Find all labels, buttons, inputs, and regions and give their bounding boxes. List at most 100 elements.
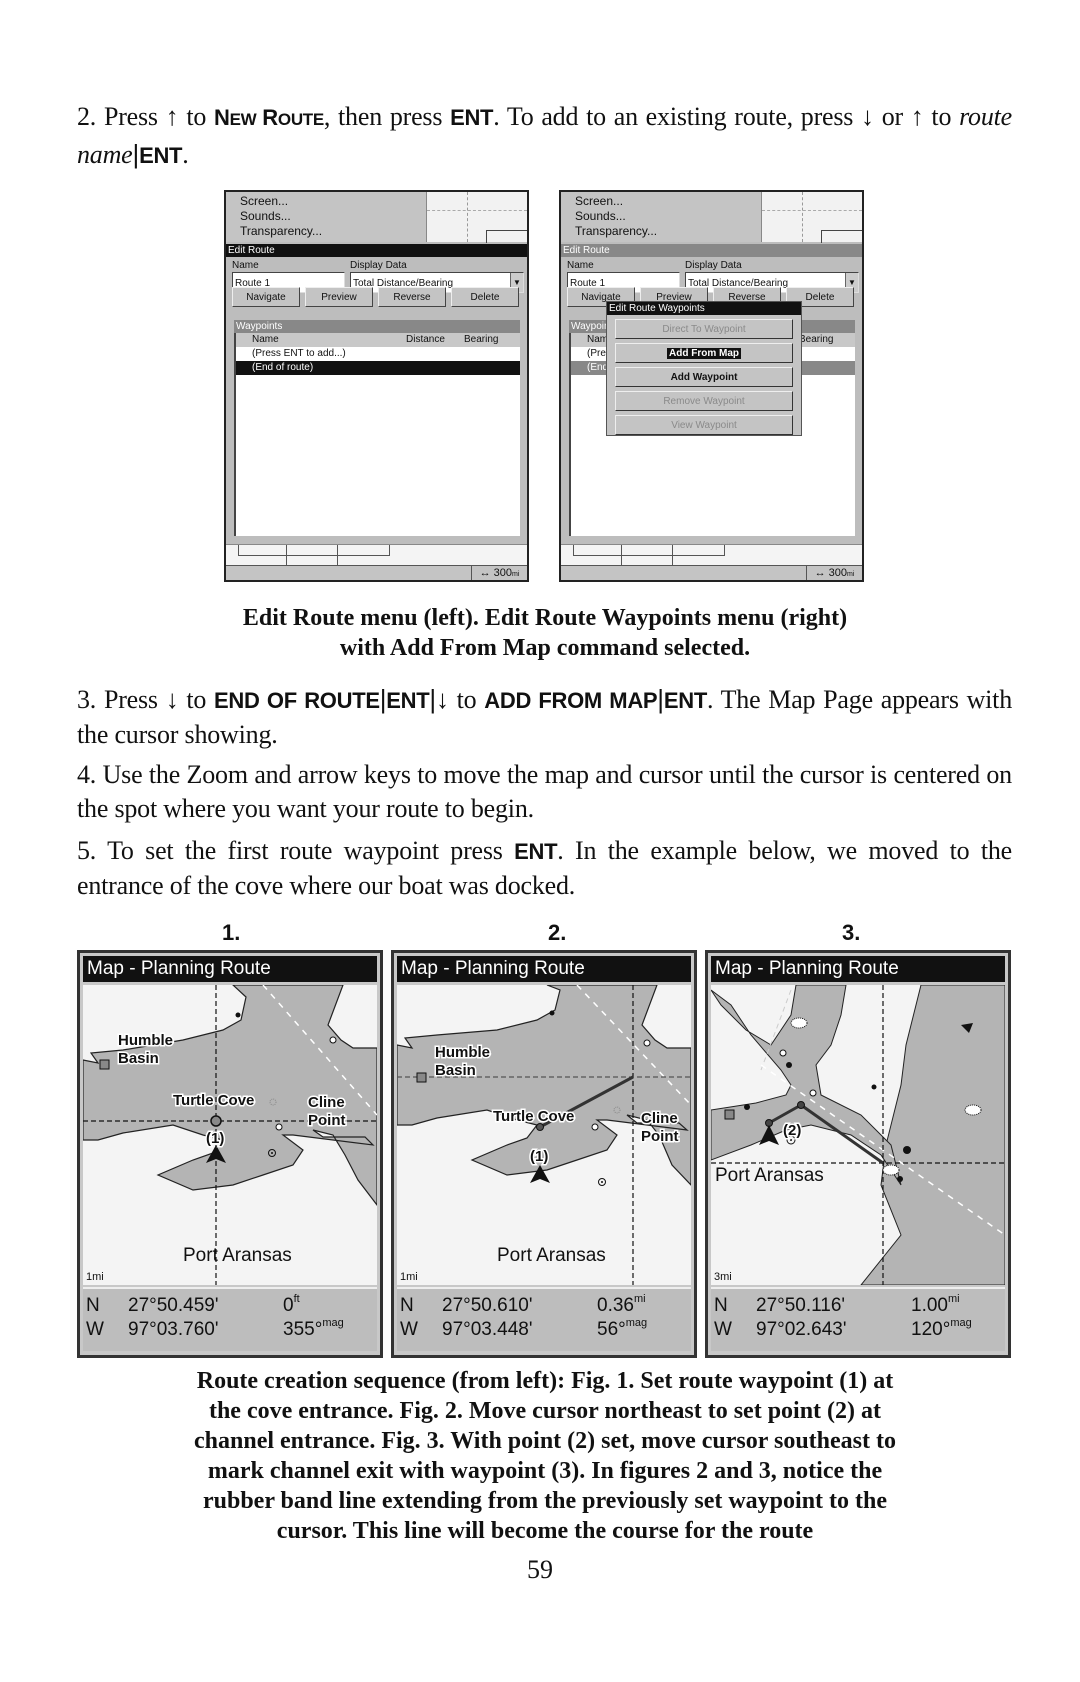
wreck-icon [790, 1017, 808, 1029]
bearing: 56° [597, 1319, 626, 1340]
lat-dir: N [714, 1295, 728, 1316]
text: 5. To set the first route waypoint press [77, 836, 503, 865]
menu-item-screen[interactable]: Screen... [240, 194, 288, 208]
waypoint-label: (1) [530, 1148, 548, 1165]
text: , then press [323, 102, 443, 131]
lon-dir: W [400, 1319, 418, 1340]
building-icon [99, 1059, 110, 1070]
bearing: 120° [911, 1319, 951, 1340]
place-label: Turtle Cove [173, 1092, 254, 1109]
list-item[interactable]: (Press ENT to add...) [236, 347, 520, 361]
popup-title: Edit Route Waypoints [607, 302, 801, 315]
menu-item-transparency[interactable]: Transparency... [575, 224, 657, 238]
text: to [186, 685, 207, 714]
map-panel-1: Map - Planning Route Humble Basin Turtle… [77, 950, 383, 1358]
map-scale: ↔ 300mi [806, 566, 862, 580]
building-icon [724, 1109, 735, 1120]
preview-button[interactable]: Preview [305, 287, 373, 307]
text: N [213, 105, 230, 130]
reverse-button[interactable]: Reverse [378, 287, 446, 307]
key-ent: ENT [663, 688, 707, 713]
figure-caption-1: Edit Route menu (left). Edit Route Waypo… [80, 603, 1010, 663]
caption-line: cursor. This line will become the course… [276, 1518, 814, 1544]
add-waypoint-button[interactable]: Add Waypoint [615, 367, 793, 387]
marker-icon [329, 1036, 337, 1044]
marker-icon [549, 1010, 555, 1016]
mini-map [761, 192, 862, 243]
caption-line: mark channel exit with waypoint (3). In … [207, 1458, 883, 1484]
waypoint-2-marker [797, 1101, 805, 1109]
waypoint-label: (2) [783, 1122, 801, 1139]
lon-dir: W [86, 1319, 104, 1340]
text: to [186, 102, 207, 131]
marker-icon [235, 1012, 241, 1018]
menu-item-sounds[interactable]: Sounds... [575, 209, 626, 223]
waypoint-label: (1) [206, 1130, 224, 1147]
text: or [881, 102, 903, 131]
name-label: Name [567, 260, 594, 271]
town-label: Port Aransas [715, 1165, 824, 1186]
menu-item-sounds[interactable]: Sounds... [240, 209, 291, 223]
view-waypoint-button[interactable]: View Waypoint [615, 415, 793, 435]
map-panel-3: Map - Planning Route (2) Port Aransas 3m… [705, 950, 1011, 1358]
marker-icon [809, 1089, 817, 1097]
remove-waypoint-button[interactable]: Remove Waypoint [615, 391, 793, 411]
bearing-unit: mag [950, 1317, 972, 1329]
map-title: Map - Planning Route [83, 956, 377, 982]
distance-unit: mi [633, 1293, 646, 1305]
map-view[interactable]: Humble Basin Turtle Cove Cline Point (1)… [83, 985, 377, 1285]
status-bar: ↔ 300mi [226, 565, 527, 580]
waypoints-columns: Name Distance Bearing [236, 333, 520, 347]
place-label: Cline [641, 1110, 678, 1127]
place-label: Cline [308, 1094, 345, 1111]
lat-dir: N [400, 1295, 414, 1316]
mini-map [426, 192, 527, 243]
waypoints-header: Waypoints [234, 320, 520, 333]
menu-item-screen[interactable]: Screen... [575, 194, 623, 208]
name-label: Name [232, 260, 259, 271]
status-bar: ↔ 300mi [561, 565, 862, 580]
text: to [931, 102, 952, 131]
waypoint-1-marker [210, 1115, 222, 1127]
text: to [456, 685, 477, 714]
step-number: 2. [77, 102, 97, 131]
list-item-selected[interactable]: (End of route) [236, 361, 520, 375]
caption-line: Edit Route menu (left). Edit Route Waypo… [242, 605, 848, 631]
bearing-unit: mag [625, 1317, 648, 1329]
distance: 1.00 [911, 1295, 948, 1316]
key-new-route: NEW ROUTE [214, 105, 324, 130]
arrow-up-icon: ↑ [910, 102, 924, 131]
edit-route-title: Edit Route [226, 244, 527, 257]
arrow-up-icon: ↑ [165, 102, 179, 131]
horizontal-arrows-icon: ↔ [479, 567, 491, 579]
direct-to-waypoint-button[interactable]: Direct To Waypoint [615, 319, 793, 339]
map-view[interactable]: (2) Port Aransas [711, 985, 1005, 1285]
display-data-label: Display Data [350, 260, 407, 271]
key-ent: ENT [386, 688, 430, 713]
lat-dir: N [86, 1295, 100, 1316]
lon-dir: W [714, 1319, 732, 1340]
map-view[interactable]: Humble Basin Turtle Cove Cline Point (1)… [397, 985, 691, 1285]
text: EW [229, 110, 263, 129]
navigate-button[interactable]: Navigate [232, 287, 300, 307]
scale-value: 300 [493, 567, 513, 579]
marker-icon [275, 1123, 283, 1131]
delete-button[interactable]: Delete [451, 287, 519, 307]
add-from-map-button[interactable]: Add From Map [615, 343, 793, 363]
text: Press [103, 102, 158, 131]
caption-line: rubber band line extending from the prev… [202, 1488, 888, 1514]
menu-item-transparency[interactable]: Transparency... [240, 224, 322, 238]
caption-line: with Add From Map command selected. [339, 635, 751, 661]
page-number: 59 [527, 1555, 553, 1584]
scale-unit: mi [512, 571, 520, 578]
display-data-label: Display Data [685, 260, 742, 271]
column-bearing: Bearing [799, 334, 834, 345]
edit-route-title: Edit Route [561, 244, 862, 257]
waypoints-list[interactable]: Name Distance Bearing (Press ENT to add.… [234, 333, 520, 536]
place-label: Basin [118, 1050, 159, 1067]
add-from-map-label: Add From Map [667, 348, 741, 359]
marker-icon [903, 1146, 911, 1154]
wreck-icon [882, 1164, 900, 1176]
column-name: Name [252, 334, 279, 345]
latitude: 27°50.116' [756, 1295, 846, 1316]
